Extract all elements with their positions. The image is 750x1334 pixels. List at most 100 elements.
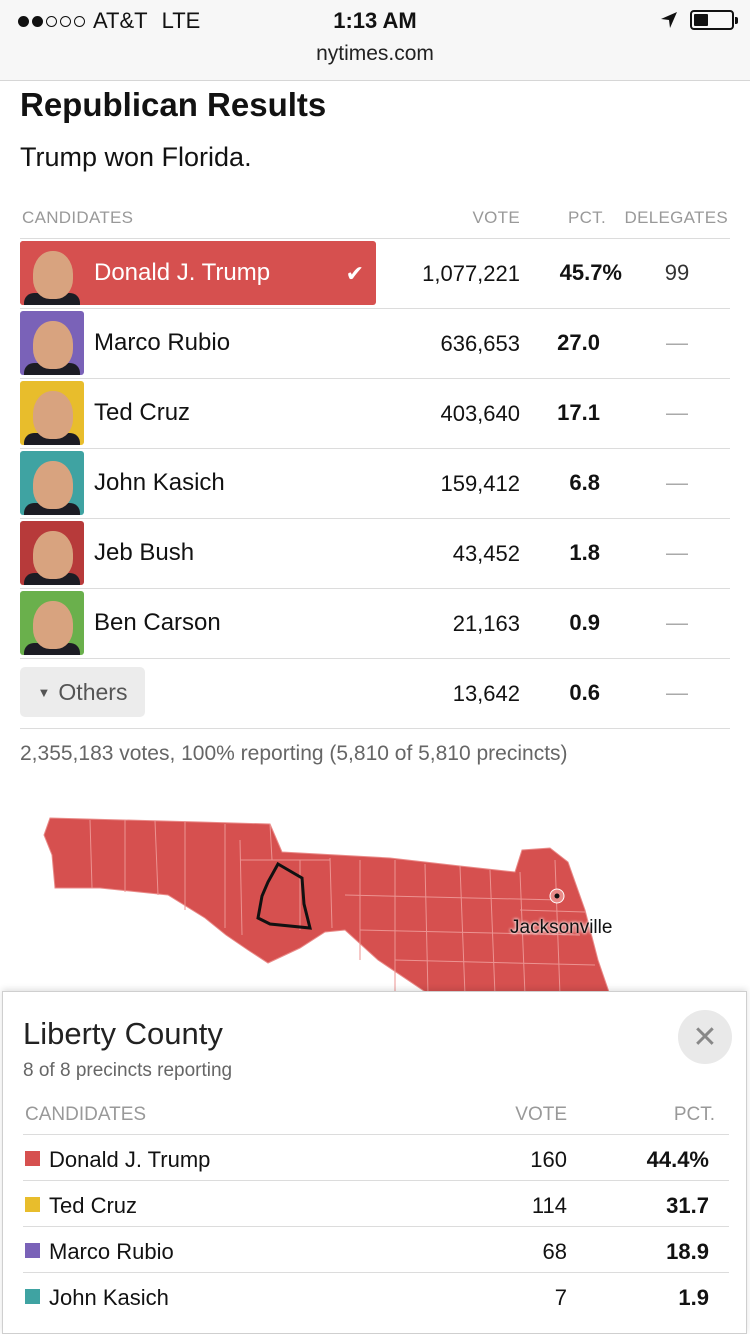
- candidate-vote: 636,653: [440, 331, 520, 356]
- county-candidate-row: John Kasich 7 1.9: [23, 1273, 729, 1318]
- checkmark-icon: ✔: [345, 261, 364, 286]
- county-col-vote: VOTE: [515, 1104, 567, 1125]
- candidate-photo: [20, 241, 84, 305]
- candidate-name: Ben Carson: [94, 609, 221, 636]
- status-right: [660, 10, 738, 30]
- candidate-vote: 21,163: [452, 611, 520, 636]
- county-candidate-row: Marco Rubio 68 18.9: [23, 1227, 729, 1273]
- county-candidate-name: John Kasich: [49, 1285, 169, 1310]
- others-label: Others: [58, 678, 128, 705]
- candidate-name: Jeb Bush: [94, 539, 195, 566]
- candidate-delegates: —: [666, 470, 688, 495]
- county-results-table: CANDIDATES VOTE PCT. Donald J. Trump 160 4…: [23, 1098, 729, 1318]
- candidate-cell: John Kasich: [20, 451, 225, 515]
- others-row: ▼ Others 13,642 0.6 —: [20, 659, 730, 729]
- party-color-swatch: [25, 1243, 40, 1258]
- candidate-pct: 1.8: [569, 540, 600, 565]
- col-delegates: DELEGATES: [624, 208, 728, 227]
- county-candidate-name: Donald J. Trump: [49, 1147, 211, 1172]
- candidate-row[interactable]: Donald J. Trump ✔ 1,077,221 45.7% 99: [20, 239, 730, 309]
- county-candidate-pct: 31.7: [666, 1193, 709, 1218]
- candidate-photo: [20, 591, 84, 655]
- close-button[interactable]: ✕: [678, 1010, 732, 1064]
- candidate-name: Ted Cruz: [94, 399, 191, 426]
- others-toggle-button[interactable]: ▼ Others: [20, 667, 145, 717]
- col-vote: VOTE: [472, 208, 520, 227]
- col-pct: PCT.: [567, 208, 606, 227]
- county-candidate-name: Marco Rubio: [49, 1239, 174, 1264]
- status-bar: AT&T LTE 1:13 AM nytimes.com: [0, 0, 750, 81]
- county-table-header: CANDIDATES VOTE PCT.: [23, 1098, 729, 1135]
- candidate-pct: 0.9: [569, 610, 600, 635]
- results-table: CANDIDATES VOTE PCT. DELEGATES Donald J.…: [20, 198, 730, 729]
- results-rows: Donald J. Trump ✔ 1,077,221 45.7% 99 Marco Ru…: [20, 239, 730, 659]
- candidate-pct: 27.0: [557, 330, 600, 355]
- candidate-cell: Marco Rubio: [20, 311, 230, 375]
- county-title: Liberty County: [23, 1016, 223, 1051]
- candidate-delegates: —: [666, 400, 688, 425]
- page-title: Republican Results: [20, 86, 327, 123]
- triangle-down-icon: ▼: [37, 684, 51, 700]
- party-color-swatch: [25, 1197, 40, 1212]
- candidate-delegates: 99: [664, 260, 690, 285]
- county-candidate-vote: 160: [530, 1147, 567, 1172]
- candidate-cell: Ted Cruz: [20, 381, 190, 445]
- county-candidate-pct: 44.4%: [646, 1147, 709, 1172]
- reporting-summary: 2,355,183 votes, 100% reporting (5,810 o…: [20, 742, 568, 765]
- candidate-photo: [20, 311, 84, 375]
- party-color-swatch: [25, 1151, 40, 1166]
- col-candidates: CANDIDATES: [22, 208, 134, 227]
- map-city-label: Jacksonville: [510, 917, 613, 938]
- county-col-candidates: CANDIDATES: [25, 1104, 147, 1125]
- florida-county-map[interactable]: [0, 800, 750, 995]
- candidate-cell: Jeb Bush: [20, 521, 194, 585]
- candidate-name: Marco Rubio: [94, 329, 231, 356]
- county-detail-panel: Liberty County 8 of 8 precincts reportin…: [2, 991, 747, 1334]
- status-time: 1:13 AM: [333, 8, 417, 33]
- candidate-photo: [20, 451, 84, 515]
- candidate-name: John Kasich: [94, 469, 225, 496]
- candidate-row[interactable]: Ben Carson 21,163 0.9 —: [20, 589, 730, 659]
- county-reporting: 8 of 8 precincts reporting: [23, 1060, 233, 1081]
- county-candidate-vote: 114: [531, 1193, 567, 1218]
- candidate-photo: [20, 381, 84, 445]
- candidate-pct: 45.7%: [559, 260, 622, 285]
- county-candidate-vote: 68: [542, 1239, 567, 1264]
- candidate-vote: 159,412: [440, 471, 520, 496]
- address-bar-url[interactable]: nytimes.com: [0, 42, 750, 66]
- candidate-delegates: —: [666, 610, 688, 635]
- battery-icon: [690, 10, 738, 30]
- county-candidate-pct: 18.9: [666, 1239, 709, 1264]
- candidate-cell: Donald J. Trump ✔: [20, 241, 376, 305]
- county-col-pct: PCT.: [673, 1104, 715, 1125]
- county-candidate-row: Donald J. Trump 160 44.4%: [23, 1135, 729, 1181]
- page-subtitle: Trump won Florida.: [20, 142, 252, 172]
- candidate-row[interactable]: Jeb Bush 43,452 1.8 —: [20, 519, 730, 589]
- candidate-pct: 17.1: [557, 400, 600, 425]
- candidate-vote: 1,077,221: [422, 261, 520, 286]
- candidate-photo: [20, 521, 84, 585]
- results-table-header: CANDIDATES VOTE PCT. DELEGATES: [20, 198, 730, 239]
- county-candidate-pct: 1.9: [678, 1285, 709, 1310]
- others-pct: 0.6: [569, 680, 600, 705]
- candidate-delegates: —: [666, 540, 688, 565]
- candidate-vote: 43,452: [452, 541, 520, 566]
- county-candidate-vote: 7: [554, 1285, 567, 1310]
- close-icon: ✕: [692, 1020, 718, 1054]
- candidate-pct: 6.8: [569, 470, 600, 495]
- florida-state-shape[interactable]: [43, 817, 611, 995]
- candidate-name: Donald J. Trump: [94, 259, 271, 286]
- others-delegates: —: [666, 680, 688, 705]
- candidate-vote: 403,640: [440, 401, 520, 426]
- party-color-swatch: [25, 1289, 40, 1304]
- candidate-row[interactable]: Marco Rubio 636,653 27.0 —: [20, 309, 730, 379]
- location-arrow-icon: [661, 12, 677, 28]
- county-candidate-row: Ted Cruz 114 31.7: [23, 1181, 729, 1227]
- candidate-row[interactable]: John Kasich 159,412 6.8 —: [20, 449, 730, 519]
- county-candidate-name: Ted Cruz: [49, 1193, 138, 1218]
- county-rows: Donald J. Trump 160 44.4% Ted Cruz 114 31.7 Ma…: [23, 1135, 729, 1318]
- candidate-row[interactable]: Ted Cruz 403,640 17.1 —: [20, 379, 730, 449]
- candidate-cell: Ben Carson: [20, 591, 221, 655]
- candidate-delegates: —: [666, 330, 688, 355]
- others-vote: 13,642: [452, 681, 520, 706]
